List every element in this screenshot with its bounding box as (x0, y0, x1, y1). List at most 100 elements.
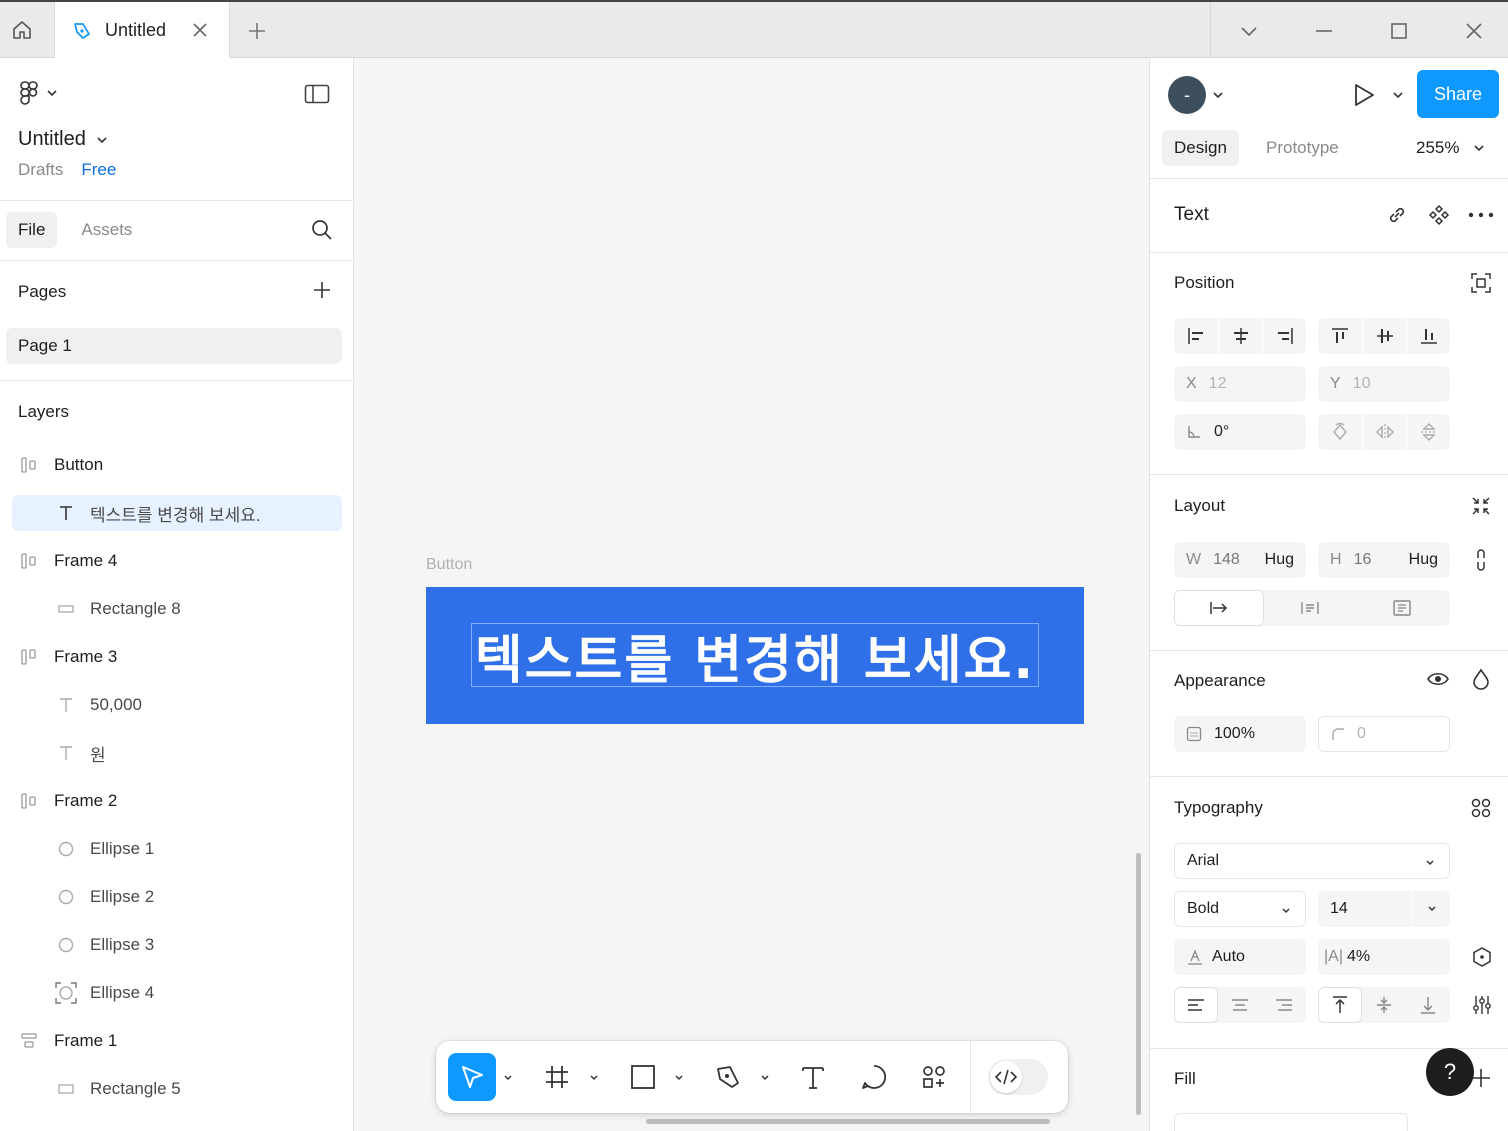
minimize-icon[interactable] (1313, 20, 1335, 42)
text-options-icon[interactable] (1471, 994, 1493, 1016)
layer-row-selected[interactable]: 텍스트를 변경해 보세요. (12, 495, 342, 531)
layer-row[interactable]: Button (12, 447, 342, 483)
layer-row[interactable]: Ellipse 1 (12, 831, 342, 867)
align-horizontal-center-icon[interactable] (1218, 318, 1262, 354)
chevron-down-icon[interactable] (1412, 891, 1450, 927)
horizontal-scrollbar[interactable] (646, 1119, 1050, 1124)
corner-radius-field[interactable]: 0 (1318, 716, 1450, 752)
layer-row[interactable]: Frame 2 (12, 783, 342, 819)
tab-prototype[interactable]: Prototype (1254, 130, 1351, 166)
tab-design[interactable]: Design (1162, 130, 1239, 166)
opacity-field[interactable]: 100% (1174, 716, 1306, 752)
layer-row[interactable]: Frame 1 (12, 1023, 342, 1059)
align-bottom-text-icon[interactable] (1406, 987, 1450, 1023)
chevron-down-icon[interactable] (503, 1073, 513, 1083)
align-vertical-center-icon[interactable] (1362, 318, 1406, 354)
frame-label[interactable]: Button (426, 556, 472, 574)
fixed-size-icon[interactable] (1356, 590, 1448, 626)
layer-row[interactable]: 원 (12, 735, 342, 771)
chevron-down-icon[interactable] (1392, 89, 1404, 101)
text-align-center-icon[interactable] (1218, 987, 1262, 1023)
close-icon[interactable] (191, 21, 209, 39)
rectangle-tool-icon[interactable] (628, 1053, 658, 1101)
frame-tool-icon[interactable] (542, 1053, 572, 1101)
page-item[interactable]: Page 1 (6, 328, 342, 364)
button-frame[interactable]: 텍스트를 변경해 보세요. (426, 587, 1084, 724)
align-top-icon[interactable] (1318, 318, 1362, 354)
collapse-icon[interactable] (1470, 495, 1492, 517)
align-top-text-icon[interactable] (1318, 987, 1362, 1023)
chevron-down-icon[interactable] (1212, 89, 1224, 101)
text-tool-icon[interactable] (798, 1053, 828, 1101)
x-field[interactable]: X 12 (1174, 366, 1306, 402)
tab-file[interactable]: File (6, 212, 58, 248)
file-title[interactable]: Untitled (18, 128, 108, 151)
drafts-link[interactable]: Drafts (18, 160, 63, 180)
fill-row[interactable] (1174, 1113, 1408, 1131)
chevron-down-icon[interactable] (674, 1073, 684, 1083)
font-size-field[interactable]: 14 (1318, 891, 1450, 927)
layer-row[interactable]: Frame 4 (12, 543, 342, 579)
dev-mode-toggle[interactable] (988, 1059, 1048, 1095)
component-icon[interactable] (1428, 204, 1450, 226)
align-middle-text-icon[interactable] (1362, 987, 1406, 1023)
text-styles-icon[interactable] (1470, 797, 1492, 819)
constrain-proportions-icon[interactable] (1472, 548, 1490, 572)
maximize-icon[interactable] (1388, 20, 1410, 42)
y-field[interactable]: Y 10 (1318, 366, 1450, 402)
sidebar-toggle-icon[interactable] (304, 84, 330, 104)
font-family-select[interactable]: Arial (1174, 843, 1450, 879)
avatar[interactable]: - (1168, 76, 1206, 114)
h-mode[interactable]: Hug (1409, 551, 1438, 569)
align-right-icon[interactable] (1262, 318, 1306, 354)
search-icon[interactable] (310, 218, 334, 242)
window-close-icon[interactable] (1463, 20, 1485, 42)
plus-icon[interactable] (246, 20, 268, 42)
text-align-left-icon[interactable] (1174, 987, 1218, 1023)
auto-width-icon[interactable] (1174, 590, 1264, 626)
w-mode[interactable]: Hug (1265, 551, 1294, 569)
pen-tool-icon[interactable] (713, 1053, 743, 1101)
share-button[interactable]: Share (1417, 70, 1499, 118)
align-bottom-icon[interactable] (1406, 318, 1450, 354)
selected-text-layer[interactable]: 텍스트를 변경해 보세요. (471, 623, 1039, 691)
zoom-dropdown[interactable]: 255% (1416, 138, 1485, 158)
eye-icon[interactable] (1426, 669, 1450, 689)
constraints-icon[interactable] (1470, 272, 1492, 294)
layer-row[interactable]: 50,000 (12, 687, 342, 723)
auto-height-icon[interactable] (1264, 590, 1356, 626)
link-icon[interactable] (1386, 204, 1408, 226)
plan-badge[interactable]: Free (81, 160, 116, 180)
more-icon[interactable] (1468, 212, 1494, 218)
vertical-scrollbar[interactable] (1136, 853, 1141, 1115)
flip-vertical-icon[interactable] (1406, 414, 1450, 450)
layer-row[interactable]: Frame 3 (12, 639, 342, 675)
comment-tool-icon[interactable] (859, 1053, 889, 1101)
chevron-down-icon[interactable] (589, 1073, 599, 1083)
letter-spacing-field[interactable]: |A| 4% (1318, 939, 1450, 975)
flip-horizontal-icon[interactable] (1362, 414, 1406, 450)
layer-row[interactable]: Ellipse 3 (12, 927, 342, 963)
rotation-field[interactable]: 0° (1174, 414, 1306, 450)
blend-mode-icon[interactable] (1470, 668, 1492, 690)
align-left-icon[interactable] (1174, 318, 1218, 354)
type-settings-icon[interactable] (1471, 946, 1493, 968)
main-menu-button[interactable] (18, 80, 58, 106)
move-tool-icon[interactable] (448, 1053, 496, 1101)
actions-icon[interactable] (919, 1053, 949, 1101)
width-field[interactable]: W 148 Hug (1174, 542, 1306, 578)
chevron-down-icon[interactable] (1238, 20, 1260, 42)
layer-row[interactable]: Rectangle 5 (12, 1071, 342, 1107)
layer-row[interactable]: Ellipse 2 (12, 879, 342, 915)
font-weight-select[interactable]: Bold (1174, 891, 1306, 927)
canvas[interactable]: Button 텍스트를 변경해 보세요. (355, 58, 1148, 1131)
tab-assets[interactable]: Assets (69, 212, 144, 248)
home-icon[interactable] (0, 2, 44, 58)
add-page-icon[interactable] (312, 280, 332, 300)
file-tab[interactable]: Untitled (54, 2, 230, 59)
rotate-90-icon[interactable] (1318, 414, 1362, 450)
line-height-field[interactable]: Auto (1174, 939, 1306, 975)
present-play-icon[interactable] (1352, 82, 1376, 108)
help-button[interactable]: ? (1426, 1048, 1474, 1096)
layer-row[interactable]: Ellipse 4 (12, 975, 342, 1011)
